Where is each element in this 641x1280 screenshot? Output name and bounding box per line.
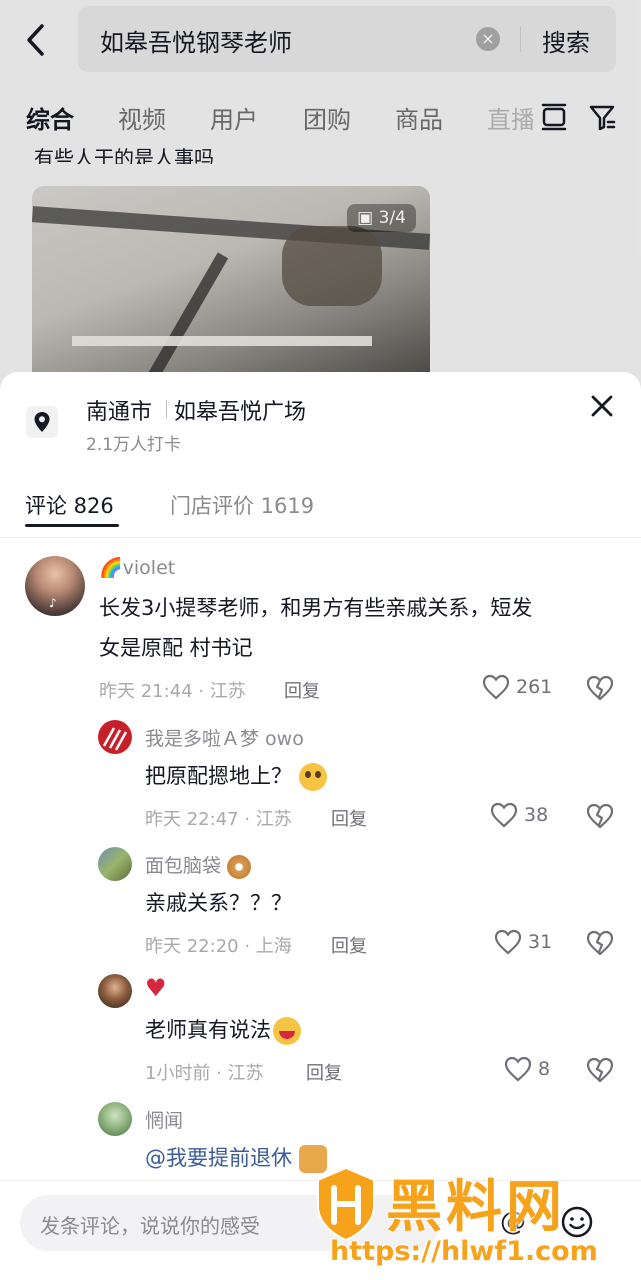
reply-item: ♥ 老师真有说法 1小时前 · 江苏 回复 8 (0, 970, 641, 1090)
like-button[interactable]: 31 (494, 929, 552, 955)
avatar[interactable] (98, 974, 132, 1008)
divider (0, 537, 641, 538)
comment-time-location: 1小时前 · 江苏 (145, 1063, 264, 1084)
tiktok-badge-icon: ♪ (49, 596, 57, 610)
bagel-emoji-icon (227, 854, 252, 879)
location-pin-icon (26, 406, 58, 438)
comment-text: 把原配摁地上？ (145, 756, 327, 796)
comment-username[interactable]: 惘闻 (145, 1106, 183, 1133)
comment-text-content: 把原配摁地上？ (145, 764, 292, 788)
comment-text: 女是原配 村书记 (99, 636, 253, 660)
comment-username[interactable]: ♥ (145, 974, 167, 1002)
like-count: 31 (528, 931, 553, 953)
avatar[interactable] (98, 847, 132, 881)
like-button[interactable]: 8 (504, 1056, 550, 1082)
dim-overlay (0, 0, 641, 400)
heart-icon (482, 674, 510, 700)
reply-button[interactable]: 回复 (331, 805, 367, 831)
watermark-url: https://hlwf1.com (330, 1236, 598, 1267)
comment-item: ♪ 🌈violet 长发3小提琴老师，和男方有些亲戚关系，短发 女是原配 村书记… (0, 550, 641, 710)
location-city[interactable]: 南通市 (86, 394, 152, 426)
tab-store-reviews[interactable]: 门店评价 1619 (170, 490, 314, 520)
reply-item: 我是多啦Ａ梦 owo 把原配摁地上？ 昨天 22:47 · 江苏 回复 38 (0, 716, 641, 836)
comment-username[interactable]: 🌈violet (99, 556, 175, 579)
avatar[interactable]: ♪ (25, 556, 85, 616)
reply-button[interactable]: 回复 (284, 677, 320, 703)
watermark-title: 黑料网 (386, 1175, 566, 1240)
mention-link[interactable]: @我要提前退休 (145, 1146, 292, 1170)
reply-item: 面包脑袋 亲戚关系？？？ 昨天 22:20 · 上海 回复 31 (0, 843, 641, 963)
heart-icon (490, 802, 518, 828)
comment-time-location: 昨天 21:44 · 江苏 (99, 681, 246, 702)
location-checkins: 2.1万人打卡 (86, 435, 182, 455)
laughing-face-emoji-icon (273, 1017, 301, 1045)
comment-text-content: 老师真有说法 (145, 1018, 271, 1042)
comment-time-location: 昨天 22:20 · 上海 (145, 936, 292, 957)
avatar[interactable] (98, 1102, 132, 1136)
broken-heart-icon[interactable] (586, 930, 614, 956)
heart-icon (494, 929, 522, 955)
watermark: 黑料网 https://hlwf1.com (300, 1162, 641, 1280)
broken-heart-icon[interactable] (586, 1057, 614, 1083)
avatar-image (102, 727, 128, 751)
avatar[interactable] (98, 720, 132, 754)
comment-username-text: 面包脑袋 (145, 855, 222, 877)
location-place[interactable]: 如皋吾悦广场 (174, 394, 306, 426)
heart-icon (504, 1056, 532, 1082)
comment-text: 老师真有说法 (145, 1010, 301, 1050)
comment-username[interactable]: 我是多啦Ａ梦 owo (145, 724, 304, 751)
watermark-logo-icon (317, 1166, 375, 1242)
reply-button[interactable]: 回复 (306, 1059, 342, 1085)
pleading-face-emoji-icon (298, 763, 327, 791)
comment-text: 长发3小提琴老师，和男方有些亲戚关系，短发 (99, 596, 533, 620)
like-count: 8 (538, 1058, 551, 1080)
reply-button[interactable]: 回复 (331, 932, 367, 958)
comment-time-location: 昨天 22:47 · 江苏 (145, 809, 292, 830)
location-separator (166, 400, 167, 418)
comment-input-placeholder: 发条评论，说说你的感受 (40, 1214, 260, 1238)
like-button[interactable]: 38 (490, 802, 548, 828)
tab-comments[interactable]: 评论 826 (25, 490, 114, 520)
like-count: 38 (524, 804, 549, 826)
comment-text: 亲戚关系？？？ (145, 891, 292, 915)
active-tab-indicator (25, 524, 119, 527)
like-button[interactable]: 261 (482, 674, 552, 700)
comment-username[interactable]: 面包脑袋 (145, 851, 252, 879)
broken-heart-icon[interactable] (586, 803, 614, 829)
like-count: 261 (516, 676, 553, 698)
broken-heart-icon[interactable] (586, 675, 614, 701)
close-icon[interactable] (588, 392, 616, 420)
search-results-background: 如皋吾悦钢琴老师 × 搜索 综合 视频 用户 团购 商品 直播 有些人干的是人事… (0, 0, 641, 400)
